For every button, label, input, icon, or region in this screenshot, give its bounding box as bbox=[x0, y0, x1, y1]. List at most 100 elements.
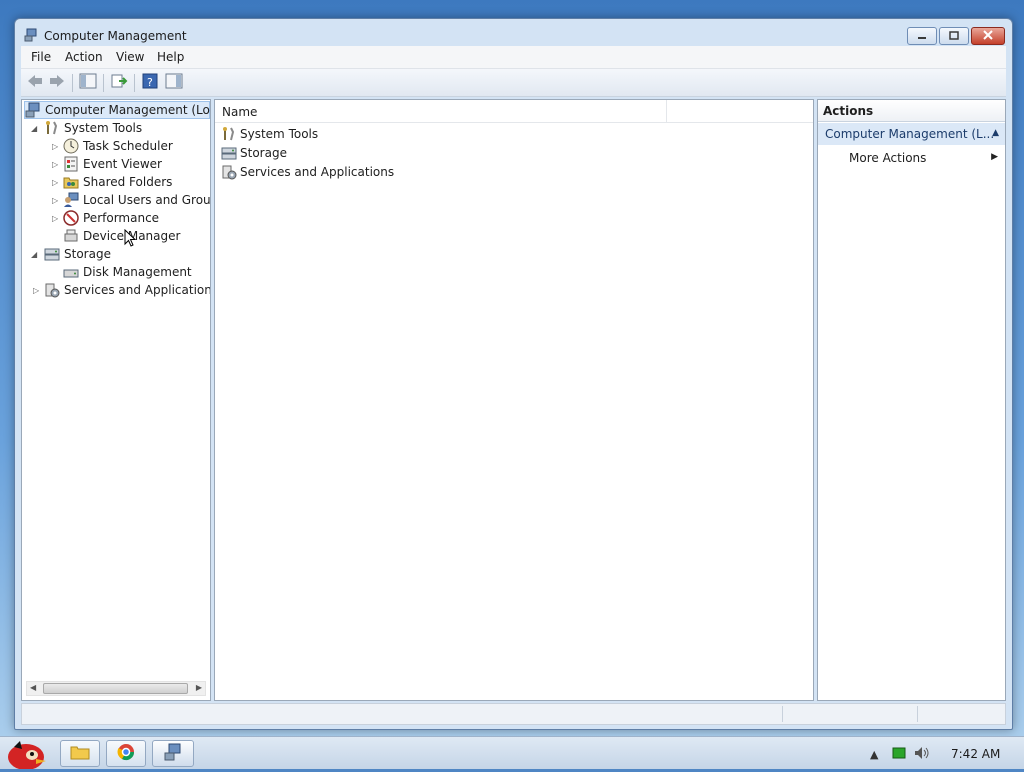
taskbar-explorer-button[interactable] bbox=[60, 740, 100, 767]
computer-management-icon bbox=[25, 102, 41, 118]
results-pane[interactable]: Name System Tools Storage Services and A… bbox=[214, 99, 814, 701]
title-bar[interactable]: Computer Management bbox=[15, 19, 1012, 49]
computer-management-window: Computer Management File Action View Hel… bbox=[14, 18, 1013, 730]
list-item-label: Storage bbox=[240, 146, 287, 160]
list-item[interactable]: Storage bbox=[221, 144, 287, 162]
services-icon bbox=[44, 282, 60, 298]
tree-item-performance[interactable]: Performance bbox=[63, 209, 159, 227]
tree-label: Event Viewer bbox=[83, 157, 162, 171]
export-list-button[interactable] bbox=[109, 73, 129, 92]
scroll-left-icon[interactable]: ◀ bbox=[30, 683, 36, 692]
tree-item-storage[interactable]: Storage bbox=[44, 245, 111, 263]
menu-view[interactable]: View bbox=[116, 50, 144, 64]
actions-pane: Actions Computer Management (L... ▲ More… bbox=[817, 99, 1006, 701]
tree-label: Performance bbox=[83, 211, 160, 225]
angry-bird-icon bbox=[2, 741, 50, 772]
tree-label: System Tools bbox=[64, 121, 143, 135]
network-icon[interactable] bbox=[892, 746, 906, 763]
tree-item-system-tools[interactable]: System Tools bbox=[44, 119, 142, 137]
back-button[interactable] bbox=[25, 73, 45, 92]
menu-help[interactable]: Help bbox=[157, 50, 184, 64]
maximize-button[interactable] bbox=[939, 27, 969, 45]
actions-section-label: Computer Management (L... bbox=[825, 127, 995, 141]
collapse-up-icon[interactable]: ▲ bbox=[992, 128, 999, 138]
list-item[interactable]: System Tools bbox=[221, 125, 318, 143]
collapse-arrow-icon[interactable]: ◢ bbox=[31, 250, 37, 259]
more-actions-link[interactable]: More Actions bbox=[849, 151, 926, 165]
help-button[interactable]: ? bbox=[140, 73, 160, 92]
show-hidden-icons-icon[interactable]: ▲ bbox=[870, 748, 878, 761]
export-list-icon bbox=[110, 73, 128, 92]
show-hide-action-pane-button[interactable] bbox=[164, 73, 184, 92]
collapse-arrow-icon[interactable]: ◢ bbox=[31, 124, 37, 133]
performance-icon bbox=[63, 210, 79, 226]
computer-management-icon bbox=[164, 743, 182, 764]
column-header: Name bbox=[215, 100, 813, 123]
taskbar-computer-management-button[interactable] bbox=[152, 740, 194, 767]
storage-icon bbox=[221, 145, 237, 161]
close-button[interactable] bbox=[971, 27, 1005, 45]
status-bar bbox=[21, 703, 1006, 725]
tree-item-event-viewer[interactable]: Event Viewer bbox=[63, 155, 162, 173]
shared-folder-icon bbox=[63, 174, 79, 190]
expand-arrow-icon[interactable]: ▷ bbox=[52, 142, 58, 151]
tree-label: Storage bbox=[64, 247, 111, 261]
toolbar-separator bbox=[72, 74, 73, 92]
tree-label: Computer Management (Local bbox=[45, 103, 211, 117]
show-hide-action-pane-icon bbox=[165, 73, 183, 92]
expand-arrow-icon[interactable]: ▷ bbox=[52, 160, 58, 169]
expand-arrow-icon[interactable]: ▷ bbox=[33, 286, 39, 295]
toolbar-separator bbox=[134, 74, 135, 92]
tree-item-local-users-groups[interactable]: Local Users and Groups bbox=[63, 191, 210, 209]
menu-file[interactable]: File bbox=[31, 50, 51, 64]
close-icon bbox=[983, 29, 993, 43]
show-hide-tree-button[interactable] bbox=[78, 73, 98, 92]
clock-icon bbox=[63, 138, 79, 154]
tree-item-root[interactable]: Computer Management (Local bbox=[24, 101, 210, 119]
toolbar: ? bbox=[21, 69, 1006, 97]
tree-horizontal-scrollbar[interactable]: ◀ ▶ bbox=[26, 681, 206, 696]
services-icon bbox=[221, 164, 237, 180]
actions-header: Actions bbox=[818, 100, 1005, 122]
minimize-icon bbox=[917, 29, 927, 43]
actions-title: Actions bbox=[823, 104, 874, 118]
toolbar-separator bbox=[103, 74, 104, 92]
tree-label: Disk Management bbox=[83, 265, 192, 279]
mouse-cursor-icon bbox=[124, 228, 137, 250]
menu-action[interactable]: Action bbox=[65, 50, 103, 64]
volume-icon[interactable] bbox=[914, 746, 930, 763]
svg-text:?: ? bbox=[147, 76, 153, 89]
tree-item-device-manager[interactable]: Device Manager bbox=[63, 227, 180, 245]
taskbar-chrome-button[interactable] bbox=[106, 740, 146, 767]
submenu-arrow-icon: ▶ bbox=[991, 152, 998, 162]
chrome-icon bbox=[117, 743, 135, 764]
actions-section-computer-management[interactable]: Computer Management (L... ▲ bbox=[818, 123, 1005, 145]
column-divider[interactable] bbox=[666, 100, 667, 122]
scroll-right-icon[interactable]: ▶ bbox=[196, 683, 202, 692]
system-tools-icon bbox=[44, 120, 60, 136]
minimize-button[interactable] bbox=[907, 27, 937, 45]
start-button[interactable] bbox=[2, 737, 50, 772]
tree-label: Task Scheduler bbox=[83, 139, 173, 153]
tree-item-services-applications[interactable]: Services and Applications bbox=[44, 281, 210, 299]
list-item-label: Services and Applications bbox=[240, 165, 395, 179]
event-viewer-icon bbox=[63, 156, 79, 172]
maximize-icon bbox=[949, 29, 959, 43]
list-item[interactable]: Services and Applications bbox=[221, 163, 394, 181]
tree-item-disk-management[interactable]: Disk Management bbox=[63, 263, 192, 281]
console-tree-pane[interactable]: Computer Management (Local ◢ System Tool… bbox=[21, 99, 211, 701]
expand-arrow-icon[interactable]: ▷ bbox=[52, 178, 58, 187]
taskbar-clock[interactable]: 7:42 AM bbox=[951, 747, 1000, 761]
forward-button[interactable] bbox=[47, 73, 67, 92]
forward-icon bbox=[49, 74, 65, 91]
tree-item-shared-folders[interactable]: Shared Folders bbox=[63, 173, 172, 191]
show-hide-tree-icon bbox=[79, 73, 97, 92]
taskbar: ▲ 7:42 AM bbox=[0, 736, 1024, 772]
expand-arrow-icon[interactable]: ▷ bbox=[52, 214, 58, 223]
scrollbar-thumb[interactable] bbox=[43, 683, 188, 694]
tree-item-task-scheduler[interactable]: Task Scheduler bbox=[63, 137, 173, 155]
device-manager-icon bbox=[63, 228, 79, 244]
status-divider bbox=[917, 706, 918, 722]
column-name[interactable]: Name bbox=[222, 105, 257, 119]
expand-arrow-icon[interactable]: ▷ bbox=[52, 196, 58, 205]
